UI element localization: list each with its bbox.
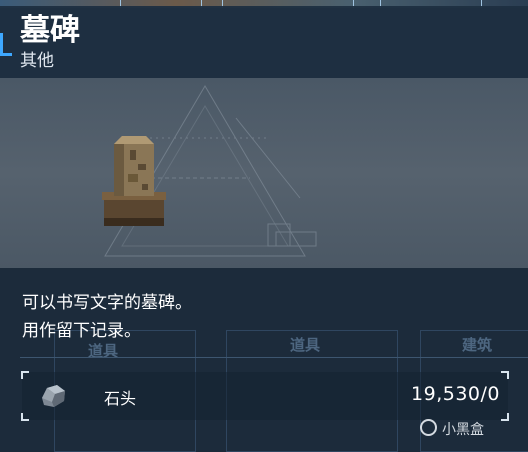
item-description-line: 用作留下记录。 bbox=[22, 321, 141, 341]
item-title: 墓碑 bbox=[20, 13, 80, 48]
watermark-text: 小黑盒 bbox=[442, 422, 484, 438]
tombstone-icon bbox=[102, 136, 166, 226]
material-count: 19,530/0 bbox=[411, 383, 500, 405]
heybox-logo-icon bbox=[420, 419, 437, 436]
blueprint-background bbox=[104, 85, 317, 257]
item-header: 墓碑 其他 bbox=[0, 6, 528, 78]
header-bracket-icon bbox=[0, 33, 12, 56]
background-category-label: 道具 bbox=[290, 336, 321, 354]
material-requirement-row: 石头 19,530/0 bbox=[21, 371, 509, 421]
divider bbox=[20, 357, 528, 358]
item-description-line: 可以书写文字的墓碑。 bbox=[22, 293, 192, 313]
watermark: 小黑盒 bbox=[420, 419, 484, 439]
stone-icon bbox=[42, 385, 65, 407]
item-image-panel bbox=[0, 78, 528, 268]
item-category: 其他 bbox=[20, 51, 54, 71]
background-category-label: 建筑 bbox=[462, 336, 493, 354]
material-name: 石头 bbox=[104, 389, 137, 408]
